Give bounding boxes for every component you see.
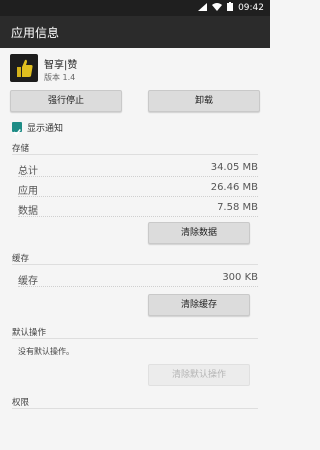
status-icons: 09:42 (198, 2, 264, 14)
cache-value: 300 KB (222, 272, 258, 283)
row-divider (18, 196, 258, 197)
defaults-divider (12, 338, 258, 339)
storage-app-value: 26.46 MB (210, 182, 258, 193)
cache-divider (12, 264, 258, 265)
app-info-content: 智享|赞 版本 1.4 强行停止 卸载 显示通知 存储 总计 34.05 MB … (0, 48, 270, 450)
storage-app-label: 应用 (18, 186, 38, 197)
clear-cache-button[interactable]: 清除缓存 (148, 294, 250, 316)
storage-total-label: 总计 (18, 166, 38, 177)
storage-total-value: 34.05 MB (210, 162, 258, 173)
battery-icon (227, 2, 234, 14)
app-name: 智享|赞 (44, 60, 78, 71)
show-notifications-checkbox[interactable] (12, 122, 22, 136)
page-title: 应用信息 (11, 26, 60, 40)
clear-data-button[interactable]: 清除数据 (148, 222, 250, 244)
checkmark-icon (13, 129, 21, 136)
status-bar: 09:42 (0, 0, 270, 16)
row-divider (18, 216, 258, 217)
cache-label: 缓存 (18, 276, 38, 287)
storage-data-value: 7.58 MB (217, 202, 258, 213)
thumbs-up-icon (17, 59, 33, 77)
signal-icon (198, 2, 208, 14)
row-divider (18, 286, 258, 287)
app-version: 版本 1.4 (44, 73, 76, 82)
app-icon (10, 54, 38, 82)
uninstall-button[interactable]: 卸载 (148, 90, 260, 112)
force-stop-button[interactable]: 强行停止 (10, 90, 122, 112)
show-notifications-label: 显示通知 (27, 124, 64, 134)
clear-defaults-button[interactable]: 清除默认操作 (148, 364, 250, 386)
storage-divider (12, 154, 258, 155)
row-divider (18, 176, 258, 177)
cache-section-title: 缓存 (12, 254, 30, 264)
permissions-section-title: 权限 (12, 398, 30, 408)
status-time: 09:42 (238, 3, 264, 13)
defaults-section-title: 默认操作 (12, 328, 47, 338)
app-bar: 应用信息 (0, 16, 270, 48)
no-defaults-text: 没有默认操作。 (18, 347, 74, 356)
permissions-divider (12, 408, 258, 409)
storage-section-title: 存储 (12, 144, 30, 154)
storage-data-label: 数据 (18, 206, 38, 217)
wifi-icon (212, 2, 223, 14)
